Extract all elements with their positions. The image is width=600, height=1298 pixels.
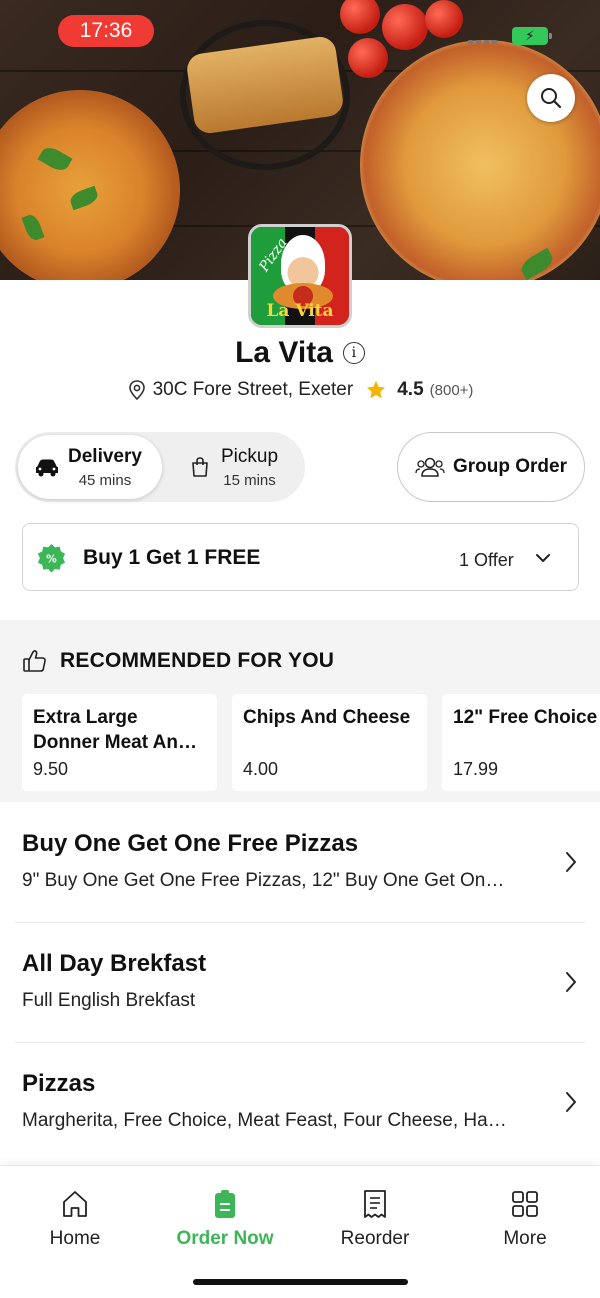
group-icon bbox=[415, 457, 445, 477]
nav-home[interactable]: Home bbox=[0, 1188, 150, 1250]
rating-value: 4.5 bbox=[397, 379, 424, 400]
signal-icon bbox=[468, 40, 497, 44]
category-description: Margherita, Free Choice, Meat Feast, Fou… bbox=[22, 1110, 507, 1131]
category-title: Buy One Get One Free Pizzas bbox=[22, 830, 359, 857]
recommended-heading: RECOMMENDED FOR YOU bbox=[22, 648, 334, 674]
receipt-icon bbox=[360, 1188, 390, 1220]
recommended-item-name: Extra Large Donner Meat An… bbox=[33, 707, 197, 753]
recommended-item[interactable]: Chips And Cheese 4.00 bbox=[232, 694, 427, 791]
offer-count: 1 Offer bbox=[459, 550, 514, 570]
thumbs-up-icon bbox=[23, 650, 46, 672]
recommended-item[interactable]: Extra Large Donner Meat An… 9.50 bbox=[22, 694, 217, 791]
offer-title: Buy 1 Get 1 FREE bbox=[83, 546, 261, 569]
restaurant-logo: Pizza La Vita bbox=[248, 224, 352, 328]
grid-icon bbox=[510, 1188, 540, 1220]
review-count: (800+) bbox=[429, 381, 474, 399]
restaurant-title-row: La Vita i bbox=[0, 336, 600, 370]
recommended-item-price: 17.99 bbox=[453, 759, 499, 779]
nav-more-label: More bbox=[503, 1228, 547, 1249]
nav-order-now[interactable]: Order Now bbox=[150, 1188, 300, 1250]
nav-more[interactable]: More bbox=[450, 1188, 600, 1250]
category-description: Full English Brekfast bbox=[22, 990, 196, 1011]
category-row[interactable]: Buy One Get One Free Pizzas 9" Buy One G… bbox=[0, 802, 600, 922]
nav-order-now-label: Order Now bbox=[176, 1228, 274, 1249]
nav-reorder-label: Reorder bbox=[340, 1228, 410, 1249]
delivery-time: 45 mins bbox=[78, 471, 132, 489]
star-icon bbox=[367, 380, 386, 399]
chevron-down-icon bbox=[536, 554, 550, 562]
group-order-button[interactable]: Group Order bbox=[397, 432, 585, 502]
svg-text:%: % bbox=[46, 552, 57, 565]
nav-reorder[interactable]: Reorder bbox=[300, 1188, 450, 1250]
recommended-section: RECOMMENDED FOR YOU Extra Large Donner M… bbox=[0, 620, 600, 802]
search-button[interactable] bbox=[527, 74, 575, 122]
discount-badge-icon: % bbox=[37, 543, 66, 573]
offer-banner[interactable]: % Buy 1 Get 1 FREE 1 Offer bbox=[22, 523, 579, 591]
recommended-item-name: 12" Free Choice bbox=[453, 707, 598, 728]
pizza-image-right bbox=[360, 40, 600, 280]
chevron-right-icon bbox=[566, 852, 576, 872]
status-time: 17:36 bbox=[58, 15, 154, 47]
search-icon bbox=[541, 88, 562, 109]
shopping-bag-icon bbox=[187, 456, 213, 478]
category-title: All Day Brekfast bbox=[22, 950, 207, 977]
recommended-item-price: 9.50 bbox=[33, 759, 69, 779]
group-order-label: Group Order bbox=[452, 456, 567, 477]
info-icon[interactable]: i bbox=[342, 342, 365, 364]
pickup-option[interactable]: Pickup 15 mins bbox=[185, 435, 303, 499]
recommended-item[interactable]: 12" Free Choice 17.99 bbox=[442, 694, 600, 791]
home-icon bbox=[60, 1188, 90, 1220]
category-title: Pizzas bbox=[22, 1070, 96, 1097]
pickup-label: Pickup bbox=[221, 445, 279, 467]
address-row: 30C Fore Street, Exeter 4.5 (800+) bbox=[0, 379, 600, 401]
chevron-right-icon bbox=[566, 972, 576, 992]
category-row[interactable]: Pizzas Margherita, Free Choice, Meat Fea… bbox=[0, 1042, 600, 1162]
delivery-option[interactable]: Delivery 45 mins bbox=[18, 435, 162, 499]
home-indicator bbox=[193, 1279, 408, 1285]
order-icon bbox=[210, 1188, 240, 1220]
pizza-image-left bbox=[0, 90, 180, 280]
delivery-label: Delivery bbox=[68, 445, 142, 467]
order-mode-toggle: Delivery 45 mins Pickup 15 mins bbox=[15, 432, 305, 502]
pickup-time: 15 mins bbox=[223, 471, 276, 489]
battery-icon: ⚡ bbox=[512, 27, 552, 45]
restaurant-address: 30C Fore Street, Exeter bbox=[152, 379, 354, 400]
car-icon bbox=[34, 456, 60, 478]
nav-home-label: Home bbox=[49, 1228, 101, 1249]
restaurant-name: La Vita bbox=[235, 336, 333, 369]
chevron-right-icon bbox=[566, 1092, 576, 1112]
location-pin-icon bbox=[128, 380, 145, 401]
category-description: 9" Buy One Get One Free Pizzas, 12" Buy … bbox=[22, 870, 505, 891]
recommended-item-price: 4.00 bbox=[243, 759, 279, 779]
category-row[interactable]: All Day Brekfast Full English Brekfast bbox=[0, 922, 600, 1042]
recommended-item-name: Chips And Cheese bbox=[243, 707, 411, 728]
